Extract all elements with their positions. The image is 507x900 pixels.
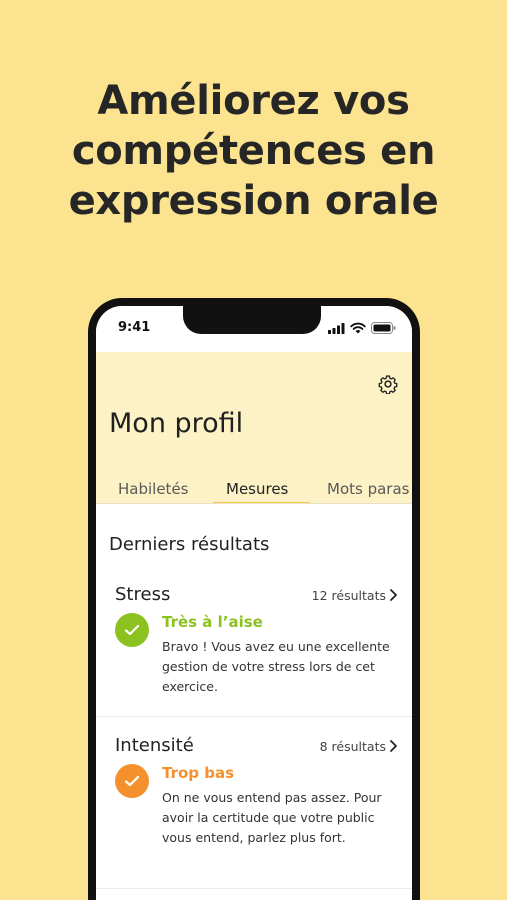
headline-line-1: Améliorez vos [97, 78, 410, 124]
result-title: Intensité [115, 735, 194, 756]
header-divider [96, 503, 412, 504]
wifi-icon [350, 322, 366, 334]
tab-mesures[interactable]: Mesures [226, 480, 288, 498]
status-icons [328, 322, 396, 334]
signal-icon [328, 322, 345, 334]
gear-icon[interactable] [378, 374, 398, 394]
warning-check-icon [115, 764, 149, 798]
tab-habiletes[interactable]: Habiletés [118, 480, 188, 498]
result-status: Très à l’aise [162, 613, 263, 631]
battery-icon [371, 322, 396, 334]
phone-screen: 9:41 Mon profil Habiletés Mesures Mots p… [96, 306, 412, 900]
tab-bar: Habiletés Mesures Mots paras [96, 474, 412, 504]
result-description: On ne vous entend pas assez. Pour avoir … [162, 790, 382, 845]
result-count: 8 résultats [319, 739, 386, 754]
chevron-right-icon [390, 740, 397, 752]
result-count: 12 résultats [311, 588, 386, 603]
headline: Améliorez vos compétences en expression … [0, 76, 507, 226]
section-title: Derniers résultats [109, 534, 270, 555]
status-time: 9:41 [118, 320, 151, 335]
result-title: Stress [115, 584, 171, 605]
result-card-stress[interactable]: Stress 12 résultats Très à l’aise Bravo … [96, 584, 412, 714]
card-divider [96, 888, 412, 889]
chevron-right-icon [390, 589, 397, 601]
result-description: Bravo ! Vous avez eu une excellente gest… [162, 639, 390, 694]
result-status: Trop bas [162, 764, 235, 782]
page-title: Mon profil [109, 408, 244, 439]
phone-notch [183, 306, 321, 334]
headline-line-2: compétences en [71, 128, 436, 174]
result-card-intensite[interactable]: Intensité 8 résultats Trop bas On ne vou… [96, 735, 412, 895]
success-check-icon [115, 613, 149, 647]
headline-line-3: expression orale [68, 178, 439, 224]
tab-mots-parasites[interactable]: Mots paras [327, 480, 409, 498]
profile-header: Mon profil Habiletés Mesures Mots paras [96, 352, 412, 504]
card-divider [96, 716, 412, 717]
